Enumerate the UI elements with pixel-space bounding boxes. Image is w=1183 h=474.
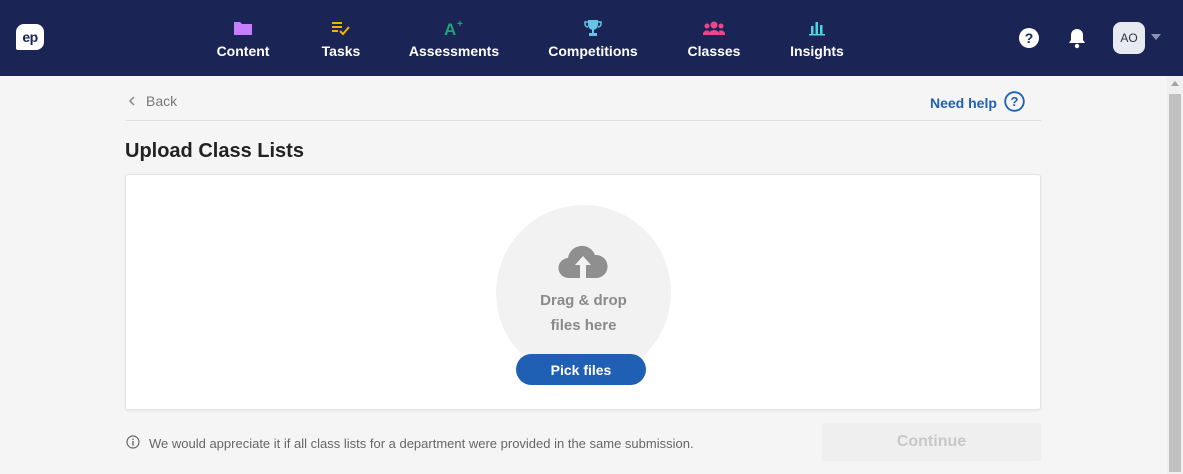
header-divider xyxy=(125,120,1041,121)
question-circle-icon: ? xyxy=(1004,91,1025,115)
back-label: Back xyxy=(146,93,178,109)
people-icon xyxy=(702,18,726,38)
svg-text:+: + xyxy=(457,19,463,30)
svg-text:?: ? xyxy=(1010,94,1018,109)
drop-line-2: files here xyxy=(550,317,617,334)
nav-item-competitions[interactable]: Competitions xyxy=(548,0,638,76)
trophy-icon xyxy=(581,18,605,38)
drop-instructions: Drag & drop files here xyxy=(496,288,671,338)
a-plus-icon: A + xyxy=(442,18,466,38)
bar-chart-icon xyxy=(805,18,829,38)
page-title: Upload Class Lists xyxy=(125,140,304,162)
nav-item-assessments[interactable]: A + Assessments xyxy=(408,0,500,76)
checklist-icon xyxy=(329,18,353,38)
nav-item-label: Assessments xyxy=(408,43,500,59)
nav-item-classes[interactable]: Classes xyxy=(687,0,741,76)
need-help-label: Need help xyxy=(930,95,997,111)
chevron-left-icon xyxy=(128,93,136,109)
svg-text:A: A xyxy=(444,20,456,37)
chevron-down-icon[interactable] xyxy=(1151,34,1161,40)
svg-text:?: ? xyxy=(1025,30,1034,46)
back-link[interactable]: Back xyxy=(128,93,177,109)
nav-item-label: Content xyxy=(216,43,270,59)
help-icon[interactable]: ? xyxy=(1017,26,1041,50)
nav-item-content[interactable]: Content xyxy=(216,0,270,76)
nav-item-label: Tasks xyxy=(321,43,361,59)
scroll-up-arrow[interactable] xyxy=(1171,81,1179,86)
need-help-link[interactable]: Need help ? xyxy=(930,91,1025,115)
vertical-scrollbar[interactable] xyxy=(1167,76,1183,474)
cloud-upload-icon xyxy=(557,240,609,284)
info-text: We would appreciate it if all class list… xyxy=(149,436,694,451)
nav-item-label: Competitions xyxy=(548,43,638,59)
nav-item-insights[interactable]: Insights xyxy=(790,0,844,76)
top-navbar: ep Content Tasks A + Assessments Competit… xyxy=(0,0,1183,76)
ep-logo[interactable]: ep xyxy=(16,24,44,50)
info-note: We would appreciate it if all class list… xyxy=(126,435,694,452)
user-avatar[interactable]: AO xyxy=(1113,22,1145,54)
bell-icon[interactable] xyxy=(1065,26,1089,50)
continue-button[interactable]: Continue xyxy=(822,423,1041,461)
nav-item-label: Insights xyxy=(790,43,844,59)
drop-line-1: Drag & drop xyxy=(540,292,627,309)
nav-item-label: Classes xyxy=(687,43,741,59)
nav-item-tasks[interactable]: Tasks xyxy=(322,0,360,76)
scrollbar-thumb[interactable] xyxy=(1169,94,1181,472)
folder-icon xyxy=(231,18,255,38)
pick-files-button[interactable]: Pick files xyxy=(516,354,646,385)
info-icon xyxy=(126,435,140,452)
